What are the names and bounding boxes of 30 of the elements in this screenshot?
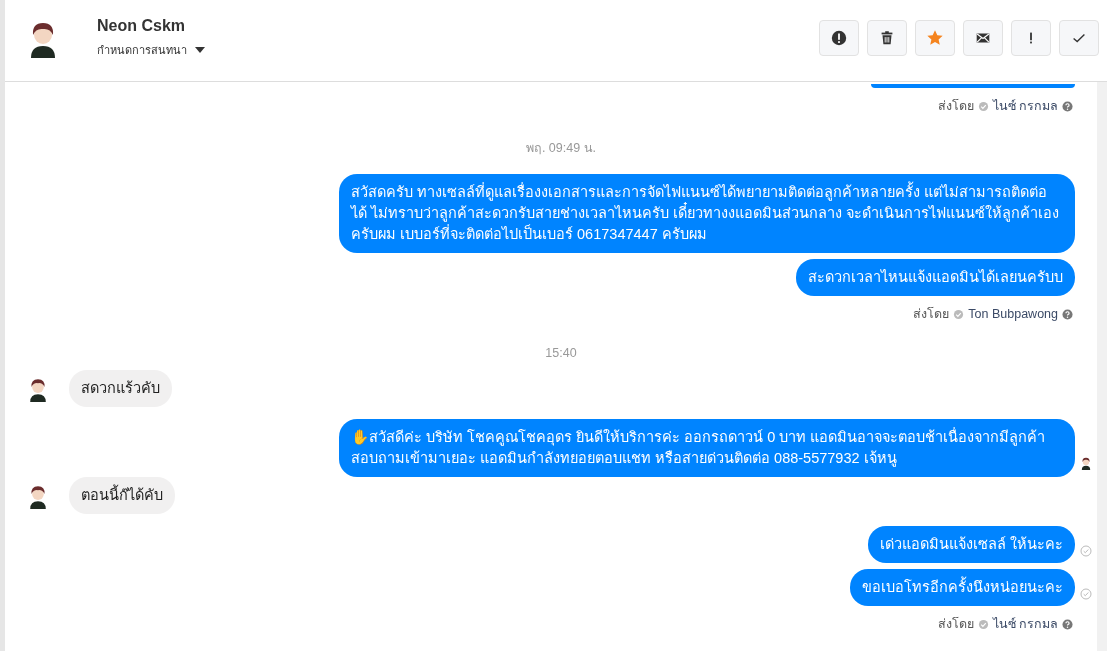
- timestamp: พฤ. 09:49 น.: [524, 140, 598, 157]
- sender-name: ไนซ์ กรกมล: [992, 616, 1058, 633]
- message-bubble: ✋สวัสดีค่ะ บริษัท โชคคูณโชคอุดร ยินดีให้บริการค่ะ ออกรถดาวน์ 0 บาท แอดมินอาจจะตอบช้าเนื่องจากมีลูกค้าสอบถามเข้ามาเยอะ แอดมินกำลังทยอยตอบแชท หรือสายด่วนติดต่อ 088-5577932 เจ้หนู: [339, 419, 1075, 477]
- message-bubble: ขอเบอโทรอีกครั้งนึงหน่อยนะคะ: [850, 569, 1075, 606]
- help-icon: [1062, 100, 1073, 112]
- check-icon: [953, 308, 965, 320]
- conversation-menu-label[interactable]: กำหนดการสนทนา: [97, 40, 187, 59]
- message-bubble: เด่วแอดมินแจ้งเซลล์ ให้นะคะ: [867, 526, 1075, 563]
- sender-name: Ton Bubpawong: [968, 307, 1058, 321]
- check-icon: [977, 100, 989, 112]
- message-bubble: ตอนนี้ก๊ได้คับ: [69, 477, 175, 514]
- sent-by-label: ส่งโดย: [913, 306, 950, 323]
- mail-button[interactable]: [963, 19, 1003, 56]
- help-icon: [1062, 618, 1073, 630]
- message-bubble: สวัสดครับ ทางเซลล์ที่ดูแลเรื่องงเอกสารและการจัดไฟแนนซ์ได้พยายามติดต่อลูกค้าหลายครั้ง แต่ไม่สามารถติดต่อได้ ไม่ทราบว่าลูกค้าสะดวกรับสายช่างเวลาไหนครับ เดี๋ยวทางงแอดมินส่วนกลาง จะดำเนินการไฟแนนซ์ให้ลูกค้าเองครับผม เบบอร์ที่จะติดต่อไปเป็นเบอร์ 0617347447 ครับผม: [339, 174, 1075, 253]
- delete-button[interactable]: [867, 19, 907, 56]
- sent-by-label: ส่งโดย: [937, 98, 974, 115]
- sent-by-label: ส่งโดย: [937, 616, 974, 633]
- star-button[interactable]: [915, 19, 955, 56]
- message-bubble: สะดวกเวลาไหนแจ้งแอดมินได้เลยนครับบ: [796, 259, 1075, 296]
- report-button[interactable]: [819, 19, 859, 56]
- sender-name: ไนซ์ กรกมล: [992, 98, 1058, 115]
- star-icon[interactable]: [926, 28, 944, 47]
- message-bubble: สดวกแร้วคับ: [69, 370, 172, 407]
- alert-icon[interactable]: [830, 28, 848, 47]
- help-icon: [1062, 308, 1073, 320]
- contact-name: Neon Cskm: [97, 16, 187, 35]
- timestamp: 15:40: [544, 346, 578, 360]
- check-icon: [977, 618, 989, 630]
- caret-icon[interactable]: [195, 46, 205, 53]
